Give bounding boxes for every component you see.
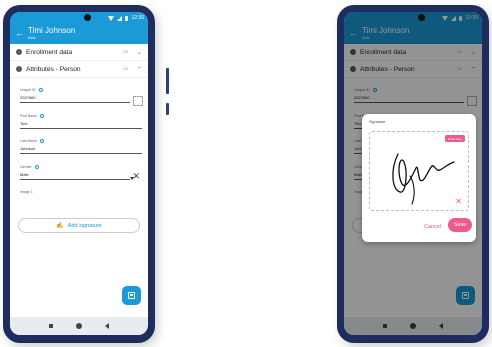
section-enrollment-count: 2/6: [123, 50, 128, 54]
gender-label: Gender: [20, 164, 32, 169]
field-underline: [20, 178, 130, 180]
gender-value: Male: [20, 171, 29, 177]
back-nav-icon[interactable]: [105, 323, 109, 329]
phone-left: 12:30 ← Timi Johnson Male Enrollment dat…: [3, 5, 169, 343]
image-field: Image 1: [10, 190, 148, 194]
info-icon[interactable]: [40, 113, 45, 118]
chevron-down-icon[interactable]: ⌄: [137, 49, 142, 56]
status-bar: 12:30: [10, 12, 148, 24]
gender-label-row: Gender: [20, 164, 148, 169]
last-name-label: Last Name: [20, 139, 37, 144]
signature-icon: ✍: [56, 223, 64, 229]
section-enrollment-label: Enrollment data: [26, 48, 73, 56]
draw-here-pill: Draw here: [445, 135, 465, 142]
signature-dialog: Signature Draw here ✕ Cancel Save: [362, 114, 476, 242]
field-underline: [20, 153, 142, 154]
section-dot-icon: [16, 49, 22, 55]
cancel-button[interactable]: Cancel: [424, 224, 441, 230]
image-label: Image 1: [20, 190, 33, 195]
android-nav-bar: [10, 317, 148, 335]
add-signature-button[interactable]: ✍ Add signature: [18, 218, 140, 233]
status-icons: 12:30: [108, 15, 144, 21]
last-name-label-row: Last Name: [20, 139, 148, 144]
signature-pad[interactable]: Draw here ✕: [369, 131, 469, 211]
scene: 12:30 ← Timi Johnson Male Enrollment dat…: [0, 0, 492, 347]
save-button[interactable]: Save: [448, 218, 472, 232]
save-icon: [128, 292, 135, 299]
camera-icon: [84, 14, 91, 21]
info-icon[interactable]: [34, 164, 39, 169]
battery-icon: [125, 15, 129, 21]
section-attributes[interactable]: Attributes - Person 4/5 ⌃: [10, 61, 148, 78]
field-underline: [20, 127, 142, 129]
page-title: Timi Johnson: [28, 26, 76, 35]
info-icon[interactable]: [38, 88, 43, 92]
recents-icon[interactable]: [49, 324, 53, 328]
first-name-value: Timi: [20, 120, 28, 126]
app-bar: ← Timi Johnson Male: [10, 24, 148, 44]
volume-button: [166, 68, 169, 94]
first-name-label-row: First Name: [20, 113, 148, 118]
first-name-field[interactable]: First Name Timi: [10, 113, 148, 129]
section-enrollment[interactable]: Enrollment data 2/6 ⌄: [10, 44, 148, 61]
add-signature-label: Add signature: [67, 222, 102, 229]
last-name-value: Johnson: [20, 146, 36, 152]
chevron-up-icon[interactable]: ⌃: [137, 66, 142, 73]
section-attributes-label: Attributes - Person: [26, 65, 81, 73]
unique-id-value: 2027660: [20, 95, 36, 100]
info-icon[interactable]: [39, 139, 44, 144]
dialog-title: Signature: [369, 120, 386, 124]
unique-id-label: Unique ID: [20, 88, 36, 92]
back-arrow-icon[interactable]: ←: [15, 28, 24, 38]
last-name-field[interactable]: Last Name Johnson: [10, 139, 148, 154]
unique-id-field[interactable]: Unique ID 2027660: [10, 88, 148, 106]
first-name-label: First Name: [20, 113, 38, 118]
clear-icon[interactable]: ✕: [132, 171, 140, 181]
save-fab-button[interactable]: [122, 286, 141, 305]
clear-signature-icon[interactable]: ✕: [455, 198, 462, 206]
page-subtitle: Male: [28, 36, 36, 40]
phone-right: 12:30 ← Timi Johnson Male Enrollment dat…: [337, 5, 489, 343]
home-icon[interactable]: [76, 323, 82, 329]
field-underline: [20, 102, 130, 103]
power-button: [166, 103, 169, 115]
status-time: 12:30: [131, 15, 144, 21]
signal-icon: [117, 15, 123, 21]
gender-field[interactable]: Gender Male ✕: [10, 164, 148, 181]
unique-id-label-row: Unique ID: [20, 88, 148, 92]
section-dot-icon: [16, 66, 22, 72]
wifi-icon: [108, 15, 115, 21]
screen-left: 12:30 ← Timi Johnson Male Enrollment dat…: [10, 12, 148, 335]
section-attributes-count: 4/5: [123, 67, 128, 71]
screen-right: 12:30 ← Timi Johnson Male Enrollment dat…: [344, 12, 482, 335]
scan-icon[interactable]: [133, 96, 143, 106]
